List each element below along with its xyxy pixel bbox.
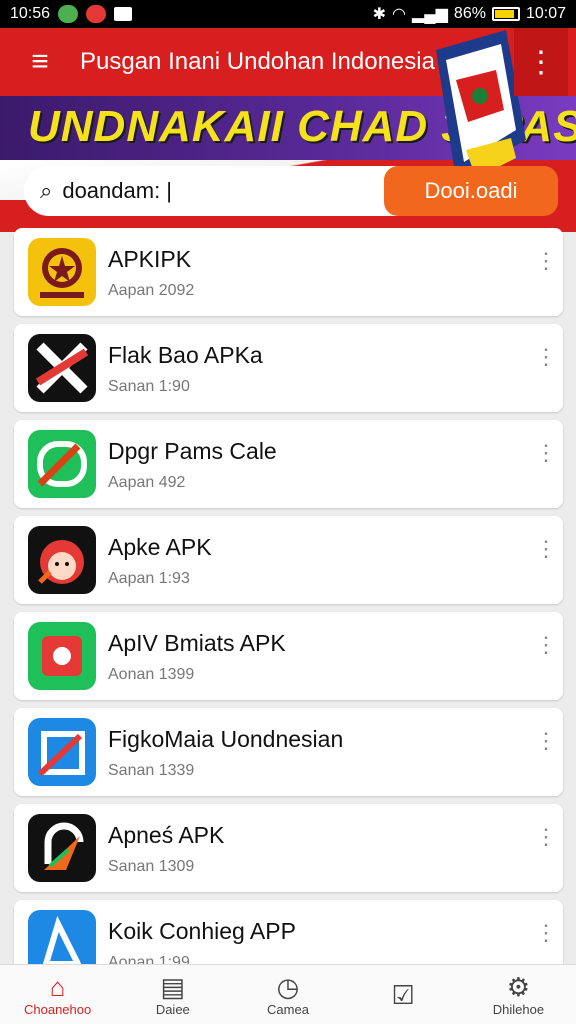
app-list: APKIPK Aapan 2092 ⋮ Flak Bao APKa Sanan …: [14, 228, 563, 996]
app-icon: [28, 238, 96, 306]
search-icon: ⌕: [40, 178, 53, 203]
status-bar: 10:56 ✱ ◠ ▂▄▆ 86% 10:07: [0, 0, 576, 28]
app-title: Pusgan Inani Undohan Indonesia: [80, 48, 435, 75]
app-name: Apneś APK: [108, 822, 225, 848]
notification-icon: [86, 5, 107, 23]
bluetooth-icon: ✱: [372, 6, 386, 23]
nav-item-clock[interactable]: ◷ Camea: [230, 965, 345, 1024]
more-options-icon[interactable]: ⋮: [514, 28, 568, 96]
app-subtitle: Aapan 492: [108, 474, 186, 491]
signal-icon: ▂▄▆: [411, 6, 448, 23]
app-icon: [28, 334, 96, 402]
status-time-left: 10:56: [10, 5, 51, 22]
list-item[interactable]: Apke APK Aapan 1:93 ⋮: [14, 516, 563, 604]
item-options-icon[interactable]: ⋮: [535, 442, 557, 478]
app-name: FigkoMaia Uondnesian: [108, 726, 344, 752]
battery-percent: 86%: [453, 5, 486, 22]
app-name: APKIPK: [108, 246, 192, 272]
app-subtitle: Aonan 1399: [108, 666, 195, 683]
list-icon: ▤: [160, 972, 186, 1002]
app-subtitle: Aapan 2092: [108, 282, 195, 299]
app-subtitle: Sanan 1:90: [108, 378, 190, 395]
search-bar: ⌕ doandam: | Dooi.oadi: [24, 166, 558, 216]
nav-item-settings[interactable]: ⚙ Dhilehoe: [461, 965, 576, 1024]
list-item[interactable]: Dpgr Pams Cale Aapan 492 ⋮: [14, 420, 563, 508]
app-icon: [28, 430, 96, 498]
app-name: Apke APK: [108, 534, 212, 560]
list-item[interactable]: ApIV Bmiats APK Aonan 1399 ⋮: [14, 612, 563, 700]
nav-label: Daiee: [155, 1002, 190, 1017]
app-name: Dpgr Pams Cale: [108, 438, 277, 464]
nav-item-home[interactable]: ⌂ Choanehoo: [0, 965, 115, 1024]
list-item[interactable]: Flak Bao APKa Sanan 1:90 ⋮: [14, 324, 563, 412]
app-subtitle: Sanan 1339: [108, 762, 195, 779]
app-name: Flak Bao APKa: [108, 342, 263, 368]
bottom-nav: ⌂ Choanehoo ▤ Daiee ◷ Camea ☑ ⚙ Dhilehoe: [0, 964, 576, 1024]
item-options-icon[interactable]: ⋮: [535, 826, 557, 862]
item-options-icon[interactable]: ⋮: [535, 538, 557, 574]
item-options-icon[interactable]: ⋮: [535, 730, 557, 766]
gear-icon: ⚙: [506, 972, 531, 1002]
list-item[interactable]: FigkoMaia Uondnesian Sanan 1339 ⋮: [14, 708, 563, 796]
app-header: UNDNAKAII CHAD 3 IPAS! ≡ Pusgan Inani Un…: [0, 28, 576, 232]
wifi-icon: ◠: [392, 6, 406, 23]
status-time-right: 10:07: [525, 5, 566, 22]
item-options-icon[interactable]: ⋮: [535, 634, 557, 670]
nav-item-check[interactable]: ☑: [346, 965, 461, 1024]
list-item[interactable]: Apneś APK Sanan 1309 ⋮: [14, 804, 563, 892]
app-icon: [28, 526, 96, 594]
app-name: ApIV Bmiats APK: [108, 630, 286, 656]
nav-label: Choanehoo: [23, 1002, 92, 1017]
app-name: Koik Conhieg APP: [108, 918, 296, 944]
battery-icon: [491, 7, 520, 21]
app-icon: [28, 622, 96, 690]
item-options-icon[interactable]: ⋮: [535, 250, 557, 286]
search-value: doandam: |: [62, 178, 173, 203]
nav-item-list[interactable]: ▤ Daiee: [115, 965, 230, 1024]
download-button[interactable]: Dooi.oadi: [384, 166, 558, 216]
home-icon: ⌂: [49, 972, 66, 1002]
item-options-icon[interactable]: ⋮: [535, 346, 557, 382]
app-subtitle: Sanan 1309: [108, 858, 195, 875]
app-icon: [28, 718, 96, 786]
list-item[interactable]: APKIPK Aapan 2092 ⋮: [14, 228, 563, 316]
check-icon: ☑: [391, 979, 415, 1010]
nav-label: Dhilehoe: [492, 1002, 545, 1017]
clock-icon: ◷: [276, 972, 300, 1002]
app-icon: [28, 814, 96, 882]
app-subtitle: Aapan 1:93: [108, 570, 190, 587]
notification-icon: [114, 7, 133, 21]
notification-icon: [58, 5, 79, 23]
menu-icon[interactable]: ≡: [0, 28, 80, 96]
item-options-icon[interactable]: ⋮: [535, 922, 557, 958]
nav-label: Camea: [267, 1002, 309, 1017]
